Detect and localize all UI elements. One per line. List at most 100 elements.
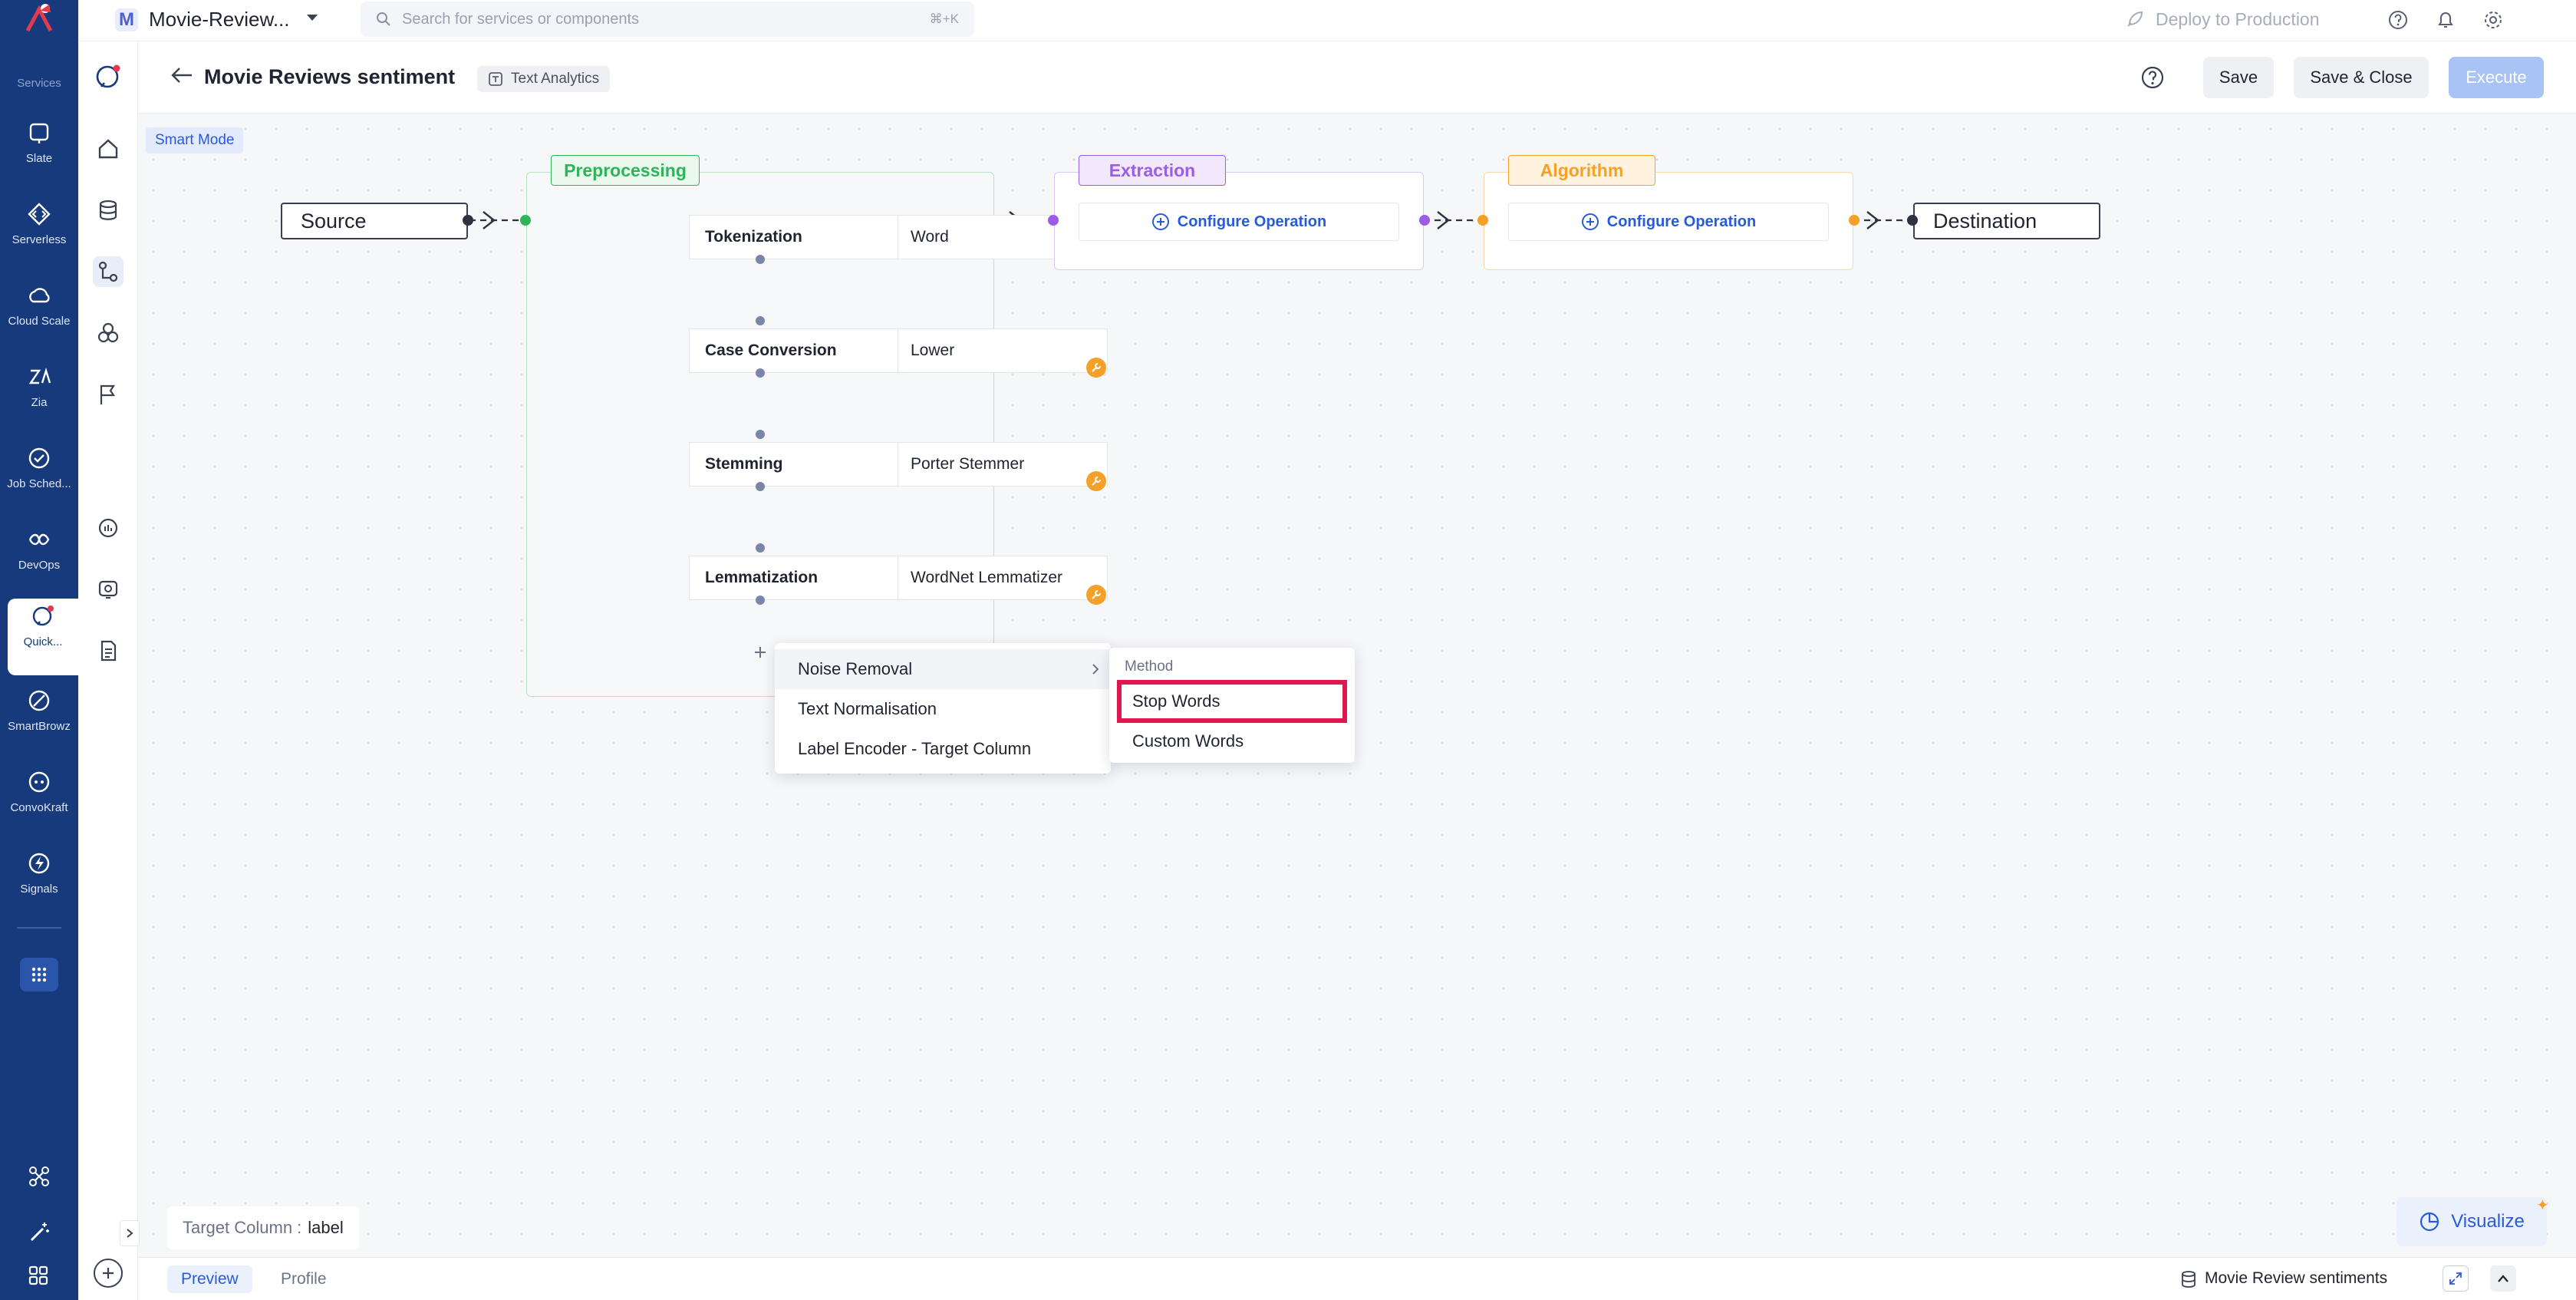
destination-node[interactable]: Destination xyxy=(1913,203,2100,239)
connections-icon[interactable] xyxy=(28,1165,51,1188)
smartbrowz-icon xyxy=(26,688,52,714)
plus-circle-icon xyxy=(1581,213,1599,230)
chevron-up-icon xyxy=(2498,1275,2508,1282)
algorithm-tag: Algorithm xyxy=(1508,155,1655,186)
collapse-up-button[interactable] xyxy=(2490,1265,2516,1292)
port[interactable] xyxy=(756,543,765,553)
database-icon[interactable] xyxy=(93,195,124,226)
tab-preview[interactable]: Preview xyxy=(167,1265,252,1293)
layout-icon[interactable] xyxy=(28,1265,49,1286)
extraction-configure-operation-button[interactable]: Configure Operation xyxy=(1079,203,1399,241)
home-icon[interactable] xyxy=(93,134,124,164)
wrench-icon[interactable] xyxy=(1086,358,1106,378)
service-job-scheduler[interactable]: Job Sched... xyxy=(0,440,78,510)
bottom-bar: Preview Profile Movie Review sentiments xyxy=(138,1257,2576,1300)
plus-circle-icon xyxy=(1151,213,1169,230)
chevron-right-icon xyxy=(127,1229,133,1238)
service-slate[interactable]: Slate xyxy=(0,115,78,184)
port[interactable] xyxy=(756,255,765,264)
menu-item-text-normalisation[interactable]: Text Normalisation xyxy=(775,689,1111,729)
add-circle-button[interactable] xyxy=(94,1259,123,1288)
wrench-icon[interactable] xyxy=(1086,585,1106,605)
page-title: Movie Reviews sentiment xyxy=(204,65,456,88)
apps-grid-button[interactable] xyxy=(20,958,58,991)
operation-row-lemmatization[interactable]: Lemmatization WordNet Lemmatizer xyxy=(689,556,1108,600)
chevron-right-icon xyxy=(1092,664,1099,675)
magic-wand-icon[interactable] xyxy=(28,1220,51,1243)
service-signals[interactable]: Signals xyxy=(0,846,78,915)
menu-item-label-encoder[interactable]: Label Encoder - Target Column xyxy=(775,729,1111,769)
destination-port[interactable] xyxy=(1907,215,1918,226)
chevron-down-icon[interactable] xyxy=(305,12,319,23)
service-quickml[interactable]: Quick... xyxy=(8,599,78,675)
operation-label: Lemmatization xyxy=(690,556,898,599)
source-node[interactable]: Source xyxy=(281,203,468,239)
back-arrow-icon[interactable] xyxy=(170,66,193,84)
algorithm-out-port[interactable] xyxy=(1849,215,1860,226)
analytics-icon[interactable] xyxy=(93,513,124,543)
search-shortcut: ⌘+K xyxy=(929,12,959,26)
project-name[interactable]: Movie-Review... xyxy=(149,8,290,31)
submenu-item-custom-words[interactable]: Custom Words xyxy=(1117,724,1347,758)
help-icon[interactable] xyxy=(2387,9,2409,31)
operation-row-case-conversion[interactable]: Case Conversion Lower xyxy=(689,328,1108,373)
divider xyxy=(17,927,61,929)
port[interactable] xyxy=(756,596,765,605)
flag-icon[interactable] xyxy=(93,379,124,410)
service-smartbrowz[interactable]: SmartBrowz xyxy=(0,683,78,752)
deploy-to-production-button[interactable]: Deploy to Production xyxy=(2156,9,2320,30)
execute-button[interactable]: Execute xyxy=(2449,57,2544,98)
quickml-logo-icon[interactable] xyxy=(93,61,124,92)
menu-item-noise-removal[interactable]: Noise Removal xyxy=(775,649,1111,689)
service-label: SmartBrowz xyxy=(8,720,71,733)
expand-icon[interactable] xyxy=(2443,1265,2469,1292)
visualize-button[interactable]: Visualize xyxy=(2396,1197,2547,1246)
operation-label: Case Conversion xyxy=(690,329,898,372)
cloud-scale-icon xyxy=(26,282,52,309)
docs-icon[interactable] xyxy=(93,635,124,666)
catalyst-logo[interactable] xyxy=(21,2,57,37)
port[interactable] xyxy=(756,430,765,439)
operation-value: Lower xyxy=(911,341,955,359)
expand-panel-button[interactable] xyxy=(120,1220,140,1246)
service-cloud-scale[interactable]: Cloud Scale xyxy=(0,278,78,347)
operation-row-tokenization[interactable]: Tokenization Word xyxy=(689,215,1108,259)
gear-icon[interactable] xyxy=(2482,9,2504,31)
extraction-in-port[interactable] xyxy=(1048,215,1059,226)
models-icon[interactable] xyxy=(93,318,124,348)
preprocessing-in-port[interactable] xyxy=(520,215,531,226)
dataset-name[interactable]: Movie Review sentiments xyxy=(2205,1269,2387,1288)
submenu-item-stop-words[interactable]: Stop Words xyxy=(1117,680,1347,723)
operation-label: Tokenization xyxy=(690,216,898,259)
operation-value: Porter Stemmer xyxy=(911,455,1025,473)
add-operation-plus-icon[interactable] xyxy=(749,642,771,663)
service-serverless[interactable]: Serverless xyxy=(0,196,78,266)
port[interactable] xyxy=(756,482,765,491)
save-button[interactable]: Save xyxy=(2203,57,2274,98)
bell-icon[interactable] xyxy=(2435,9,2456,31)
save-and-close-button[interactable]: Save & Close xyxy=(2294,57,2429,98)
service-convokraft[interactable]: ConvoKraft xyxy=(0,764,78,833)
noise-removal-submenu: Method Stop Words Custom Words xyxy=(1109,648,1355,763)
search-placeholder: Search for services or components xyxy=(402,10,640,28)
extraction-out-port[interactable] xyxy=(1419,215,1430,226)
algorithm-configure-operation-button[interactable]: Configure Operation xyxy=(1508,203,1829,241)
wrench-icon[interactable] xyxy=(1086,471,1106,491)
source-port[interactable] xyxy=(463,215,473,226)
port[interactable] xyxy=(756,316,765,325)
help-icon[interactable] xyxy=(2140,65,2165,90)
pipeline-icon[interactable] xyxy=(93,256,124,287)
algorithm-in-port[interactable] xyxy=(1477,215,1488,226)
services-sidebar: Services Slate Serverless Cloud Scale Zi… xyxy=(0,0,78,1300)
pipeline-canvas[interactable]: Smart Mode Source Destination Preprocess… xyxy=(120,114,2576,1257)
quickml-icon xyxy=(30,603,56,629)
endpoint-icon[interactable] xyxy=(93,574,124,605)
search-bar[interactable]: Search for services or components ⌘+K xyxy=(361,2,974,37)
port[interactable] xyxy=(756,368,765,378)
tab-profile[interactable]: Profile xyxy=(267,1265,341,1293)
operation-row-stemming[interactable]: Stemming Porter Stemmer xyxy=(689,442,1108,487)
service-zia[interactable]: Zia xyxy=(0,359,78,428)
service-devops[interactable]: DevOps xyxy=(0,522,78,591)
target-column-value: label xyxy=(308,1218,344,1237)
zia-icon xyxy=(26,364,52,390)
